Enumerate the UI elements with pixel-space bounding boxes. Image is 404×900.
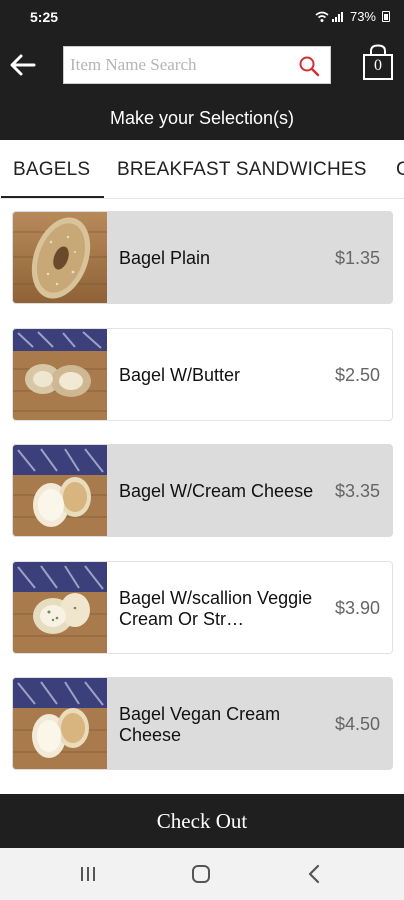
system-nav-bar bbox=[0, 848, 404, 900]
status-time: 5:25 bbox=[30, 9, 59, 25]
recent-apps-icon[interactable] bbox=[76, 862, 100, 886]
bagel-vegan-image bbox=[13, 678, 107, 769]
signal-icons bbox=[315, 11, 344, 23]
top-bar: 0 bbox=[0, 36, 404, 96]
search-input[interactable] bbox=[64, 47, 294, 83]
item-name: Bagel W/scallion Veggie Cream Or Str… bbox=[119, 587, 313, 629]
cart-count: 0 bbox=[374, 57, 382, 74]
tab-breakfast-sandwiches[interactable]: BREAKFAST SANDWICHES bbox=[117, 140, 367, 198]
item-price: $4.50 bbox=[334, 714, 380, 734]
item-name: Bagel W/Cream Cheese bbox=[119, 481, 314, 501]
tab-bagels[interactable]: BAGELS bbox=[0, 140, 105, 198]
bagel-scallion-image bbox=[13, 562, 107, 653]
home-icon[interactable] bbox=[189, 862, 213, 886]
back-nav-icon[interactable] bbox=[303, 862, 327, 886]
list-item-bagel-butter[interactable]: Bagel W/Butter $2.50 bbox=[12, 328, 393, 421]
back-arrow-icon[interactable] bbox=[8, 50, 38, 80]
item-name: Bagel Plain bbox=[119, 248, 211, 268]
bagel-cream-cheese-image bbox=[13, 445, 107, 536]
checkout-button[interactable]: Check Out bbox=[0, 794, 404, 848]
search-box bbox=[63, 46, 331, 84]
list-item-bagel-scallion[interactable]: Bagel W/scallion Veggie Cream Or Str… $3… bbox=[12, 561, 393, 654]
battery-percent: 73% bbox=[349, 9, 376, 24]
list-item-bagel-cream-cheese[interactable]: Bagel W/Cream Cheese $3.35 bbox=[12, 444, 393, 537]
tab-next-category[interactable]: C bbox=[396, 140, 404, 198]
bagel-butter-image bbox=[13, 329, 107, 420]
status-bar: 5:25 73% bbox=[0, 0, 404, 36]
item-price: $2.50 bbox=[334, 365, 380, 385]
battery-icon bbox=[382, 11, 390, 22]
wifi-icon bbox=[315, 11, 329, 22]
item-name: Bagel W/Butter bbox=[119, 365, 241, 385]
plain-bagel-image bbox=[13, 212, 107, 303]
category-tabs: BAGELS BREAKFAST SANDWICHES C bbox=[0, 140, 404, 199]
cart-button[interactable]: 0 bbox=[362, 44, 394, 80]
item-name: Bagel Vegan Cream Cheese bbox=[119, 703, 281, 745]
search-icon[interactable] bbox=[298, 55, 320, 77]
item-price: $3.90 bbox=[334, 598, 380, 618]
item-price: $3.35 bbox=[334, 481, 380, 501]
cell-signal-icon bbox=[331, 11, 344, 22]
item-price: $1.35 bbox=[334, 248, 380, 268]
list-item-bagel-vegan[interactable]: Bagel Vegan Cream Cheese $4.50 bbox=[12, 677, 393, 770]
list-item-bagel-plain[interactable]: Bagel Plain $1.35 bbox=[12, 211, 393, 304]
selection-title: Make your Selection(s) bbox=[0, 96, 404, 140]
item-list: Bagel Plain $1.35 Bagel W/Butter $2.50 B… bbox=[0, 200, 404, 794]
status-indicators: 73% bbox=[315, 9, 390, 24]
